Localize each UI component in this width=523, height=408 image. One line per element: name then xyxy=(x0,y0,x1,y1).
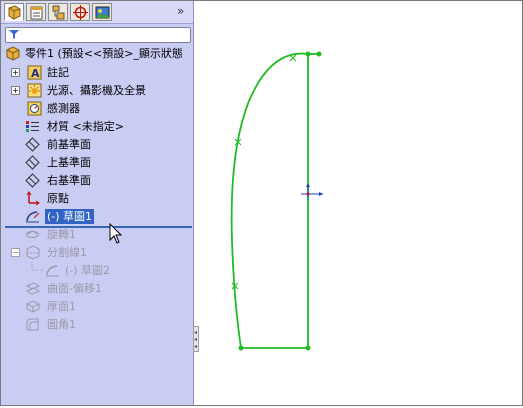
configuration-manager-tab[interactable] xyxy=(48,3,68,21)
filter-icon xyxy=(9,30,19,39)
property-manager-tab[interactable] xyxy=(26,3,46,21)
annotations-icon: A xyxy=(27,65,42,80)
split-line-icon xyxy=(26,245,40,260)
rollback-bar[interactable] xyxy=(5,226,192,228)
spline-handle-marks xyxy=(231,54,297,290)
tree-item-label: 厚面1 xyxy=(47,300,76,313)
tree-connector-icon xyxy=(31,262,43,271)
tree-item-label: 光源、攝影機及全景 xyxy=(47,84,146,97)
plane-icon xyxy=(25,137,40,152)
more-tabs-button[interactable]: » xyxy=(177,4,184,18)
plane-icon xyxy=(25,173,40,188)
tree-item-label: 旋轉1 xyxy=(47,228,76,241)
tree-item-label: 原點 xyxy=(47,192,69,205)
tree-item-label: 上基準面 xyxy=(47,156,91,169)
origin-icon xyxy=(26,191,40,206)
tree-item-label: 感測器 xyxy=(47,102,80,115)
configuration-manager-icon xyxy=(52,5,65,20)
feature-manager-panel: » 零件1 (預設<<預設>_顯示狀態 + A 註記 + 光源、攝影機及全景 感… xyxy=(1,1,194,405)
tree-filter-input[interactable] xyxy=(5,27,191,43)
tree-item-label: 材質 <未指定> xyxy=(47,120,124,133)
sensors-icon xyxy=(27,101,42,116)
lights-cameras-icon xyxy=(27,83,42,98)
display-manager-icon xyxy=(95,6,110,19)
material-icon xyxy=(26,121,39,132)
display-manager-tab[interactable] xyxy=(92,3,112,21)
part-icon xyxy=(6,46,20,61)
sketch-profile xyxy=(230,52,309,349)
dimxpert-tab[interactable] xyxy=(70,3,90,21)
fillet-icon xyxy=(26,318,39,331)
tree-item-label: 分割線1 xyxy=(47,246,87,259)
dimxpert-icon xyxy=(73,5,88,20)
thicken-icon xyxy=(26,300,40,313)
tree-item-label: 前基準面 xyxy=(47,138,91,151)
tree-item-label: (-) 草圖2 xyxy=(65,264,111,277)
sketch-canvas[interactable] xyxy=(199,1,521,405)
svg-text:A: A xyxy=(31,67,40,80)
sketch-spline xyxy=(230,52,309,349)
tree-item-label: (-) 草圖1 xyxy=(45,209,95,224)
tree-item-label: 曲面-偏移1 xyxy=(47,282,102,295)
feature-manager-tab[interactable] xyxy=(4,3,24,21)
sketch-icon xyxy=(46,265,59,277)
tree-item-label: 圓角1 xyxy=(47,318,76,331)
collapse-icon[interactable]: − xyxy=(11,248,20,257)
mouse-cursor-icon xyxy=(109,223,123,244)
feature-manager-icon xyxy=(8,5,21,20)
tree-root-label: 零件1 (預設<<預設>_顯示狀態 xyxy=(25,47,183,60)
property-manager-icon xyxy=(30,6,43,20)
expand-icon[interactable]: + xyxy=(11,68,20,77)
plane-icon xyxy=(25,155,40,170)
offset-surface-icon xyxy=(25,282,40,295)
tree-item-label: 右基準面 xyxy=(47,174,91,187)
sketch-icon xyxy=(26,211,40,223)
panel-tab-bar: » xyxy=(1,1,193,24)
graphics-area[interactable] xyxy=(199,1,521,405)
origin-marker xyxy=(301,183,323,200)
expand-icon[interactable]: + xyxy=(11,86,20,95)
tree-item-label: 註記 xyxy=(47,66,69,79)
revolve-icon xyxy=(26,230,39,238)
